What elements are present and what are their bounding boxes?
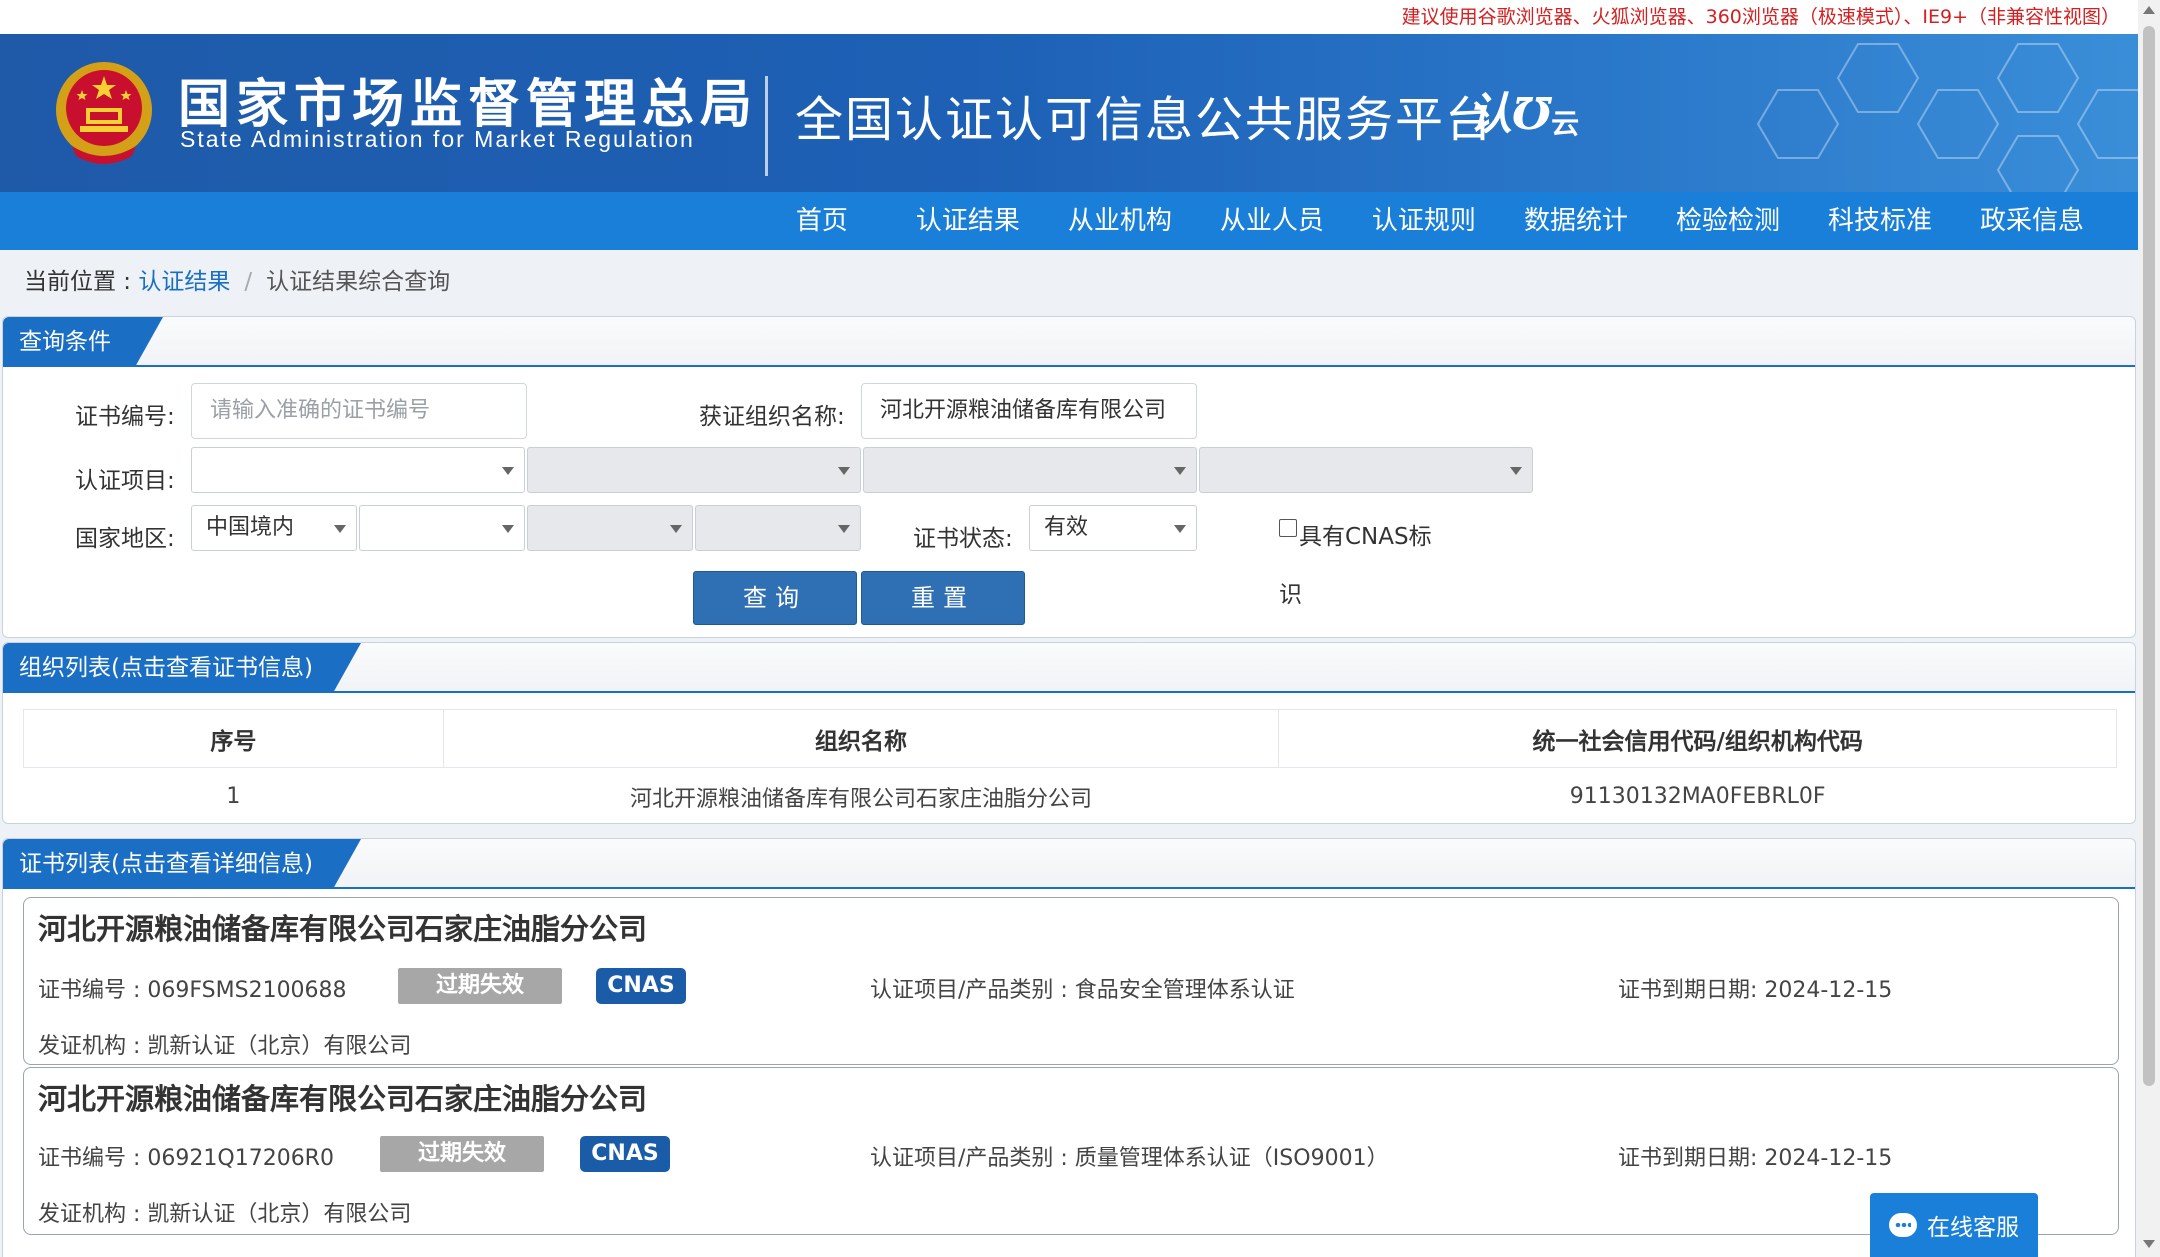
- national-emblem-icon: [56, 62, 152, 164]
- column-header-org-name: 组织名称: [442, 709, 1280, 768]
- chevron-down-icon: [1510, 467, 1522, 475]
- nav-item-institutions[interactable]: 从业机构: [1044, 192, 1196, 250]
- cert-number: 证书编号 : 069FSMS2100688: [38, 978, 347, 1003]
- nav-item-statistics[interactable]: 数据统计: [1500, 192, 1652, 250]
- breadcrumb-separator: /: [244, 269, 253, 295]
- region-select-value: 中国境内: [206, 515, 295, 540]
- platform-title: 全国认证认可信息公共服务平台: [795, 92, 1496, 148]
- chevron-down-icon: [1174, 467, 1186, 475]
- region-select-district[interactable]: [695, 505, 861, 551]
- cert-project: 认证项目/产品类别 : 食品安全管理体系认证: [870, 978, 1295, 1003]
- org-table: 序号 组织名称 统一社会信用代码/组织机构代码 1 河北开源粮油储备库有限公司石…: [23, 709, 2117, 826]
- platform-logo: 认℧云: [1468, 78, 1579, 142]
- column-header-index: 序号: [23, 709, 444, 768]
- cell-index: 1: [226, 784, 241, 810]
- online-service-label: 在线客服: [1927, 1215, 2019, 1241]
- main-nav: 首页 认证结果 从业机构 从业人员 认证规则 数据统计 检验检测 科技标准 政采…: [0, 192, 2138, 250]
- project-select-2[interactable]: [527, 447, 861, 493]
- breadcrumb: 当前位置 : 认证结果 / 认证结果综合查询: [24, 262, 450, 296]
- status-badge-expired: 过期失效: [380, 1136, 544, 1172]
- cert-card[interactable]: 河北开源粮油储备库有限公司石家庄油脂分公司 证书编号 : 06921Q17206…: [23, 1067, 2119, 1235]
- org-list-panel-header: 组织列表(点击查看证书信息): [3, 643, 2135, 693]
- cert-expiry-date: 证书到期日期: 2024-12-15: [1618, 978, 1893, 1003]
- platform-logo-sub: 云: [1551, 107, 1580, 140]
- cert-list-panel-header: 证书列表(点击查看详细信息): [3, 839, 2135, 889]
- nav-item-cert-rules[interactable]: 认证规则: [1348, 192, 1500, 250]
- cert-list-section-title: 证书列表(点击查看详细信息): [3, 839, 361, 889]
- org-list-panel: 组织列表(点击查看证书信息) 序号 组织名称 统一社会信用代码/组织机构代码 1…: [2, 642, 2136, 824]
- breadcrumb-link-cert-results[interactable]: 认证结果: [138, 269, 230, 295]
- header-divider: [765, 76, 768, 176]
- cert-card[interactable]: 河北开源粮油储备库有限公司石家庄油脂分公司 证书编号 : 069FSMS2100…: [23, 897, 2119, 1065]
- page-scrollbar[interactable]: [2138, 0, 2160, 1257]
- project-select-1[interactable]: [191, 447, 525, 493]
- cert-org-name: 河北开源粮油储备库有限公司石家庄油脂分公司: [38, 1082, 648, 1116]
- cell-org-name[interactable]: 河北开源粮油储备库有限公司石家庄油脂分公司: [443, 768, 1279, 826]
- project-label: 认证项目:: [75, 468, 175, 494]
- cert-no-input[interactable]: 请输入准确的证书编号: [191, 383, 527, 439]
- reset-button[interactable]: 重置: [861, 571, 1025, 625]
- chevron-down-icon: [670, 525, 682, 533]
- cert-issuer: 发证机构 : 凯新认证（北京）有限公司: [38, 1202, 412, 1227]
- cnas-badge: CNAS: [596, 968, 686, 1004]
- cert-expiry-date: 证书到期日期: 2024-12-15: [1618, 1146, 1893, 1171]
- status-select[interactable]: 有效: [1029, 505, 1197, 551]
- nav-item-practitioners[interactable]: 从业人员: [1196, 192, 1348, 250]
- cert-org-name: 河北开源粮油储备库有限公司石家庄油脂分公司: [38, 912, 648, 946]
- chevron-down-icon: [334, 525, 346, 533]
- agency-name-en: State Administration for Market Regulati…: [180, 126, 695, 152]
- cert-list-panel: 证书列表(点击查看详细信息) 河北开源粮油储备库有限公司石家庄油脂分公司 证书编…: [2, 838, 2136, 1257]
- chat-bubble-icon: [1889, 1213, 1917, 1237]
- browser-notice: 建议使用谷歌浏览器、火狐浏览器、360浏览器（极速模式）、IE9+（非兼容性视图…: [0, 0, 2138, 34]
- region-select-city[interactable]: [527, 505, 693, 551]
- nav-item-inspection[interactable]: 检验检测: [1652, 192, 1804, 250]
- breadcrumb-prefix: 当前位置 :: [24, 269, 139, 295]
- search-button[interactable]: 查询: [693, 571, 857, 625]
- platform-logo-main: 认: [1468, 89, 1512, 140]
- cnas-badge: CNAS: [580, 1136, 670, 1172]
- query-section-title: 查询条件: [3, 317, 163, 367]
- status-badge-expired: 过期失效: [398, 968, 562, 1004]
- platform-logo-swirl: ℧: [1512, 89, 1552, 140]
- cert-no-label: 证书编号:: [75, 404, 175, 430]
- column-header-credit-code: 统一社会信用代码/组织机构代码: [1278, 709, 2117, 768]
- project-select-4[interactable]: [1199, 447, 1533, 493]
- query-panel: 查询条件 证书编号: 请输入准确的证书编号 获证组织名称: 河北开源粮油储备库有…: [2, 316, 2136, 638]
- nav-item-standards[interactable]: 科技标准: [1804, 192, 1956, 250]
- chevron-down-icon: [502, 467, 514, 475]
- site-header: 国家市场监督管理总局 State Administration for Mark…: [0, 34, 2138, 192]
- region-label: 国家地区:: [75, 526, 175, 552]
- cnas-label-line2: 识: [1279, 582, 1302, 608]
- project-select-3[interactable]: [863, 447, 1197, 493]
- cert-project: 认证项目/产品类别 : 质量管理体系认证（ISO9001）: [870, 1146, 1389, 1171]
- chevron-down-icon: [838, 525, 850, 533]
- online-service-button[interactable]: 在线客服: [1870, 1193, 2038, 1257]
- scroll-up-arrow-icon[interactable]: [2143, 6, 2155, 14]
- status-select-value: 有效: [1044, 515, 1089, 540]
- chevron-down-icon: [838, 467, 850, 475]
- nav-item-procurement[interactable]: 政采信息: [1956, 192, 2108, 250]
- table-row[interactable]: 1 河北开源粮油储备库有限公司石家庄油脂分公司 91130132MA0FEBRL…: [24, 768, 2117, 826]
- org-name-input[interactable]: 河北开源粮油储备库有限公司: [861, 383, 1197, 439]
- chevron-down-icon: [502, 525, 514, 533]
- cell-credit-code: 91130132MA0FEBRL0F: [1569, 784, 1826, 810]
- org-list-section-title: 组织列表(点击查看证书信息): [3, 643, 361, 693]
- org-name-label: 获证组织名称:: [699, 404, 845, 430]
- org-table-header-row: 序号 组织名称 统一社会信用代码/组织机构代码: [23, 709, 2117, 768]
- nav-item-home[interactable]: 首页: [772, 192, 872, 250]
- breadcrumb-current: 认证结果综合查询: [266, 269, 451, 295]
- scroll-down-arrow-icon[interactable]: [2143, 1240, 2155, 1248]
- cert-number: 证书编号 : 06921Q17206R0: [38, 1146, 334, 1171]
- region-select-province[interactable]: [359, 505, 525, 551]
- query-panel-header: 查询条件: [3, 317, 2135, 367]
- status-label: 证书状态:: [913, 526, 1013, 552]
- chevron-down-icon: [1174, 525, 1186, 533]
- cnas-checkbox[interactable]: [1279, 519, 1297, 537]
- scroll-thumb[interactable]: [2143, 26, 2155, 1086]
- cert-issuer: 发证机构 : 凯新认证（北京）有限公司: [38, 1034, 412, 1059]
- cnas-label-line1: 具有CNAS标: [1299, 524, 1432, 550]
- region-select-country[interactable]: 中国境内: [191, 505, 357, 551]
- nav-item-cert-results[interactable]: 认证结果: [892, 192, 1044, 250]
